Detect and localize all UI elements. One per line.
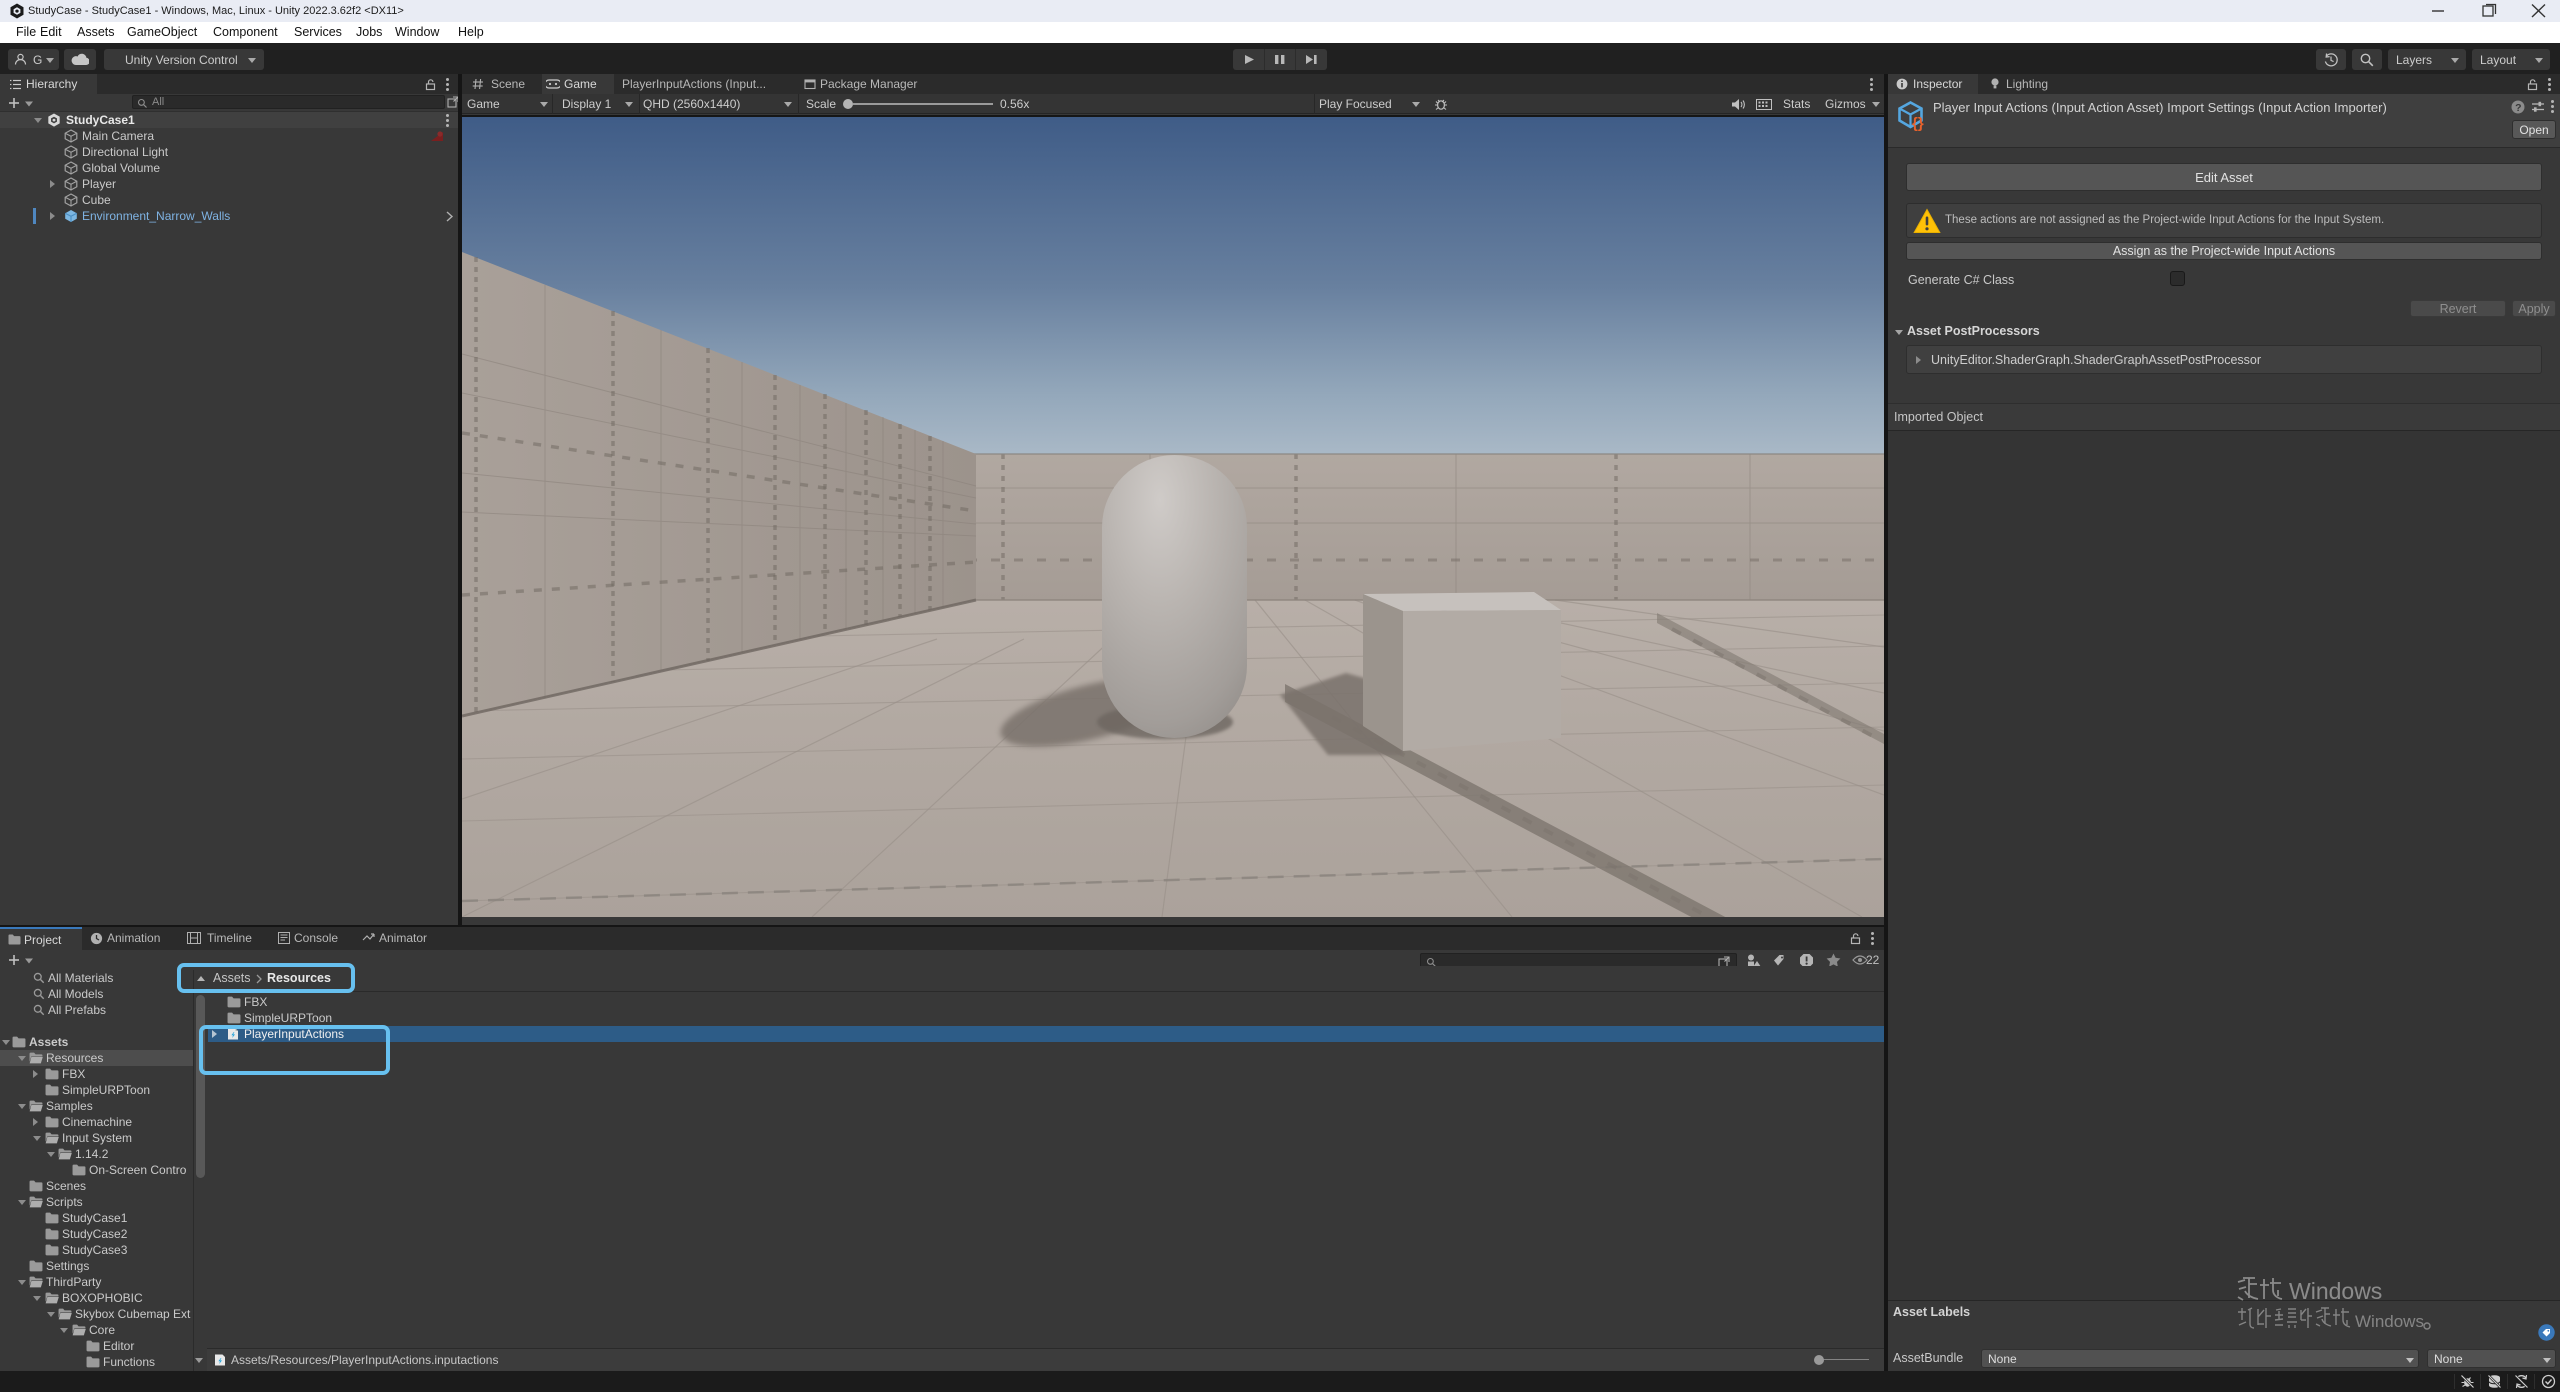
svg-text:Windows: Windows [2355,1312,2424,1331]
svg-text:?: ? [2515,102,2521,114]
svg-text:Windows: Windows [2289,1278,2382,1304]
svg-text:{}: {} [1912,115,1924,132]
